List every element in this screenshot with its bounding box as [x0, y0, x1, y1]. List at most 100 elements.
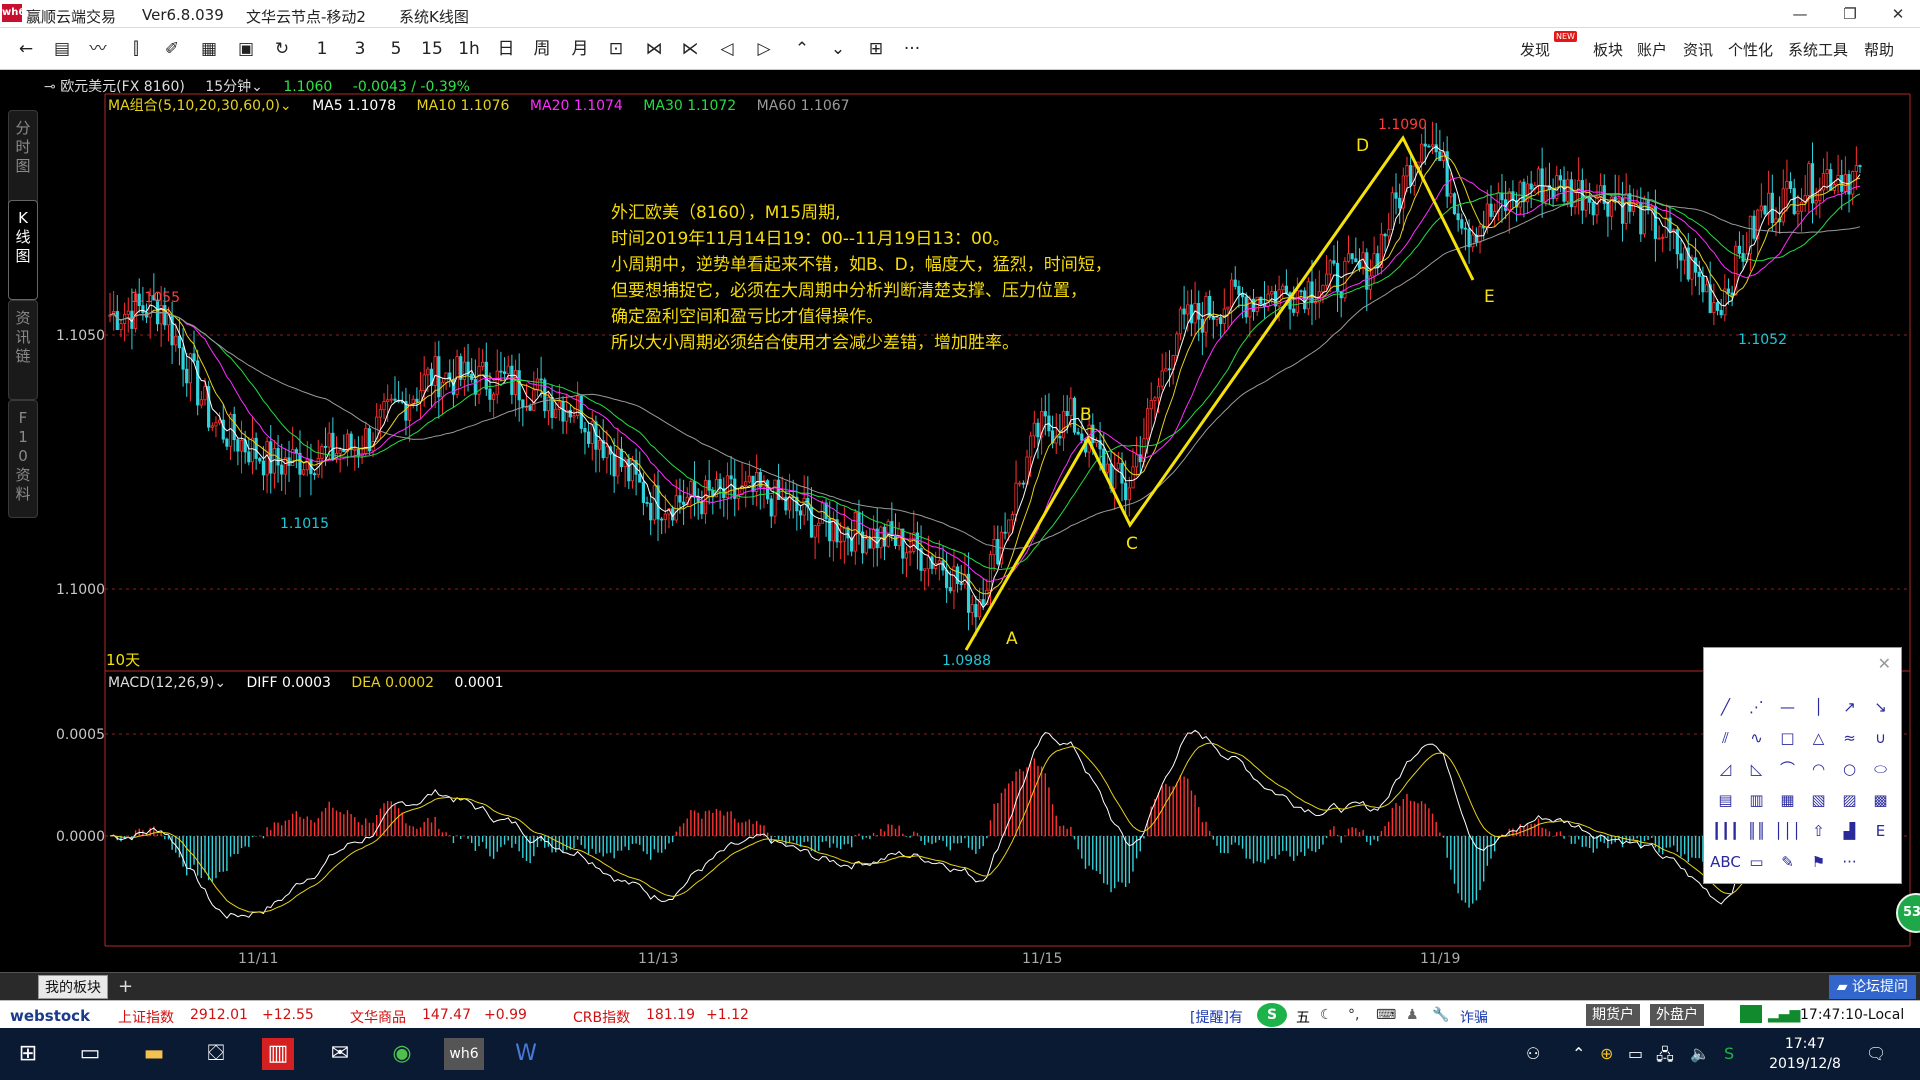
- volume-icon[interactable]: 🔈: [1690, 1044, 1710, 1063]
- chevron-down-icon[interactable]: ⌄: [214, 675, 226, 691]
- forum-ask-button[interactable]: ▰ 论坛提问: [1828, 975, 1916, 999]
- custom-period-icon[interactable]: ⊡: [604, 37, 628, 61]
- draw-tool-27-icon[interactable]: ⇧: [1803, 816, 1834, 847]
- menu-personalize[interactable]: 个性化: [1728, 39, 1773, 60]
- draw-tool-7-icon[interactable]: ∿: [1741, 723, 1772, 754]
- draw-tool-0-icon[interactable]: ╱: [1710, 692, 1741, 723]
- draw-tool-17-icon[interactable]: ⬭: [1865, 754, 1896, 785]
- menu-help[interactable]: 帮助: [1864, 39, 1894, 60]
- draw-tool-33-icon[interactable]: ⚑: [1803, 847, 1834, 878]
- instrument-name[interactable]: 欧元美元(FX 8160): [60, 79, 185, 95]
- save-icon[interactable]: ▣: [234, 37, 258, 61]
- windows-start-icon[interactable]: ⊞: [8, 1038, 48, 1070]
- draw-tool-20-icon[interactable]: ▦: [1772, 785, 1803, 816]
- close-button[interactable]: ✕: [1876, 2, 1920, 26]
- draw-tool-24-icon[interactable]: ┃┃┃: [1710, 816, 1741, 847]
- draw-tool-23-icon[interactable]: ▩: [1865, 785, 1896, 816]
- menu-sectors[interactable]: 板块: [1593, 39, 1623, 60]
- draw-tool-28-icon[interactable]: ▟: [1834, 816, 1865, 847]
- store-icon[interactable]: ⛋: [196, 1038, 236, 1070]
- macd-selector[interactable]: MACD(12,26,9): [108, 675, 214, 691]
- network-icon[interactable]: 🖧: [1656, 1044, 1674, 1071]
- draw-tool-22-icon[interactable]: ▨: [1834, 785, 1865, 816]
- menu-system-tools[interactable]: 系统工具: [1788, 39, 1848, 60]
- word-icon[interactable]: W: [506, 1038, 546, 1070]
- zoom-in-icon[interactable]: ⋈: [642, 37, 666, 61]
- browser-icon[interactable]: ◉: [382, 1038, 422, 1070]
- draw-tool-31-icon[interactable]: ▭: [1741, 847, 1772, 878]
- close-icon[interactable]: ✕: [1878, 654, 1891, 673]
- battery-icon[interactable]: ▭: [1628, 1044, 1643, 1063]
- add-tab-button[interactable]: +: [118, 975, 133, 999]
- file-explorer-icon[interactable]: ▬: [134, 1038, 174, 1070]
- prev-icon[interactable]: ◁: [715, 37, 739, 61]
- period-selector[interactable]: 15分钟: [205, 79, 251, 95]
- draw-tool-32-icon[interactable]: ✎: [1772, 847, 1803, 878]
- keyboard-icon[interactable]: ⌨: [1376, 1007, 1396, 1023]
- more-icon[interactable]: ···: [900, 37, 924, 61]
- period-5-button[interactable]: 5: [384, 37, 408, 61]
- draw-pen-icon[interactable]: ✐: [160, 37, 184, 61]
- notice-text[interactable]: [提醒]有: [1190, 1007, 1243, 1027]
- layout-icon[interactable]: ⊞: [864, 37, 888, 61]
- app-red-icon[interactable]: ▥: [262, 1038, 294, 1070]
- task-view-icon[interactable]: ▭: [70, 1038, 110, 1070]
- wrench-icon[interactable]: 🔧: [1432, 1007, 1449, 1023]
- sh-index-label[interactable]: 上证指数: [118, 1007, 174, 1027]
- draw-tool-8-icon[interactable]: □: [1772, 723, 1803, 754]
- quote-list-icon[interactable]: ▤: [50, 37, 74, 61]
- period-3-button[interactable]: 3: [348, 37, 372, 61]
- draw-tool-30-icon[interactable]: ABC: [1710, 847, 1741, 878]
- ma-selector[interactable]: MA组合(5,10,20,30,60,0): [108, 98, 280, 114]
- people-icon[interactable]: ⚇: [1526, 1044, 1540, 1063]
- draw-tool-5-icon[interactable]: ↘: [1865, 692, 1896, 723]
- notification-icon[interactable]: 🗨: [1866, 1044, 1886, 1063]
- draw-tool-18-icon[interactable]: ▤: [1710, 785, 1741, 816]
- draw-tool-2-icon[interactable]: —: [1772, 692, 1803, 723]
- draw-tool-35-icon[interactable]: [1865, 847, 1896, 878]
- period-day-button[interactable]: 日: [494, 37, 518, 61]
- chevron-down-icon[interactable]: ⌄: [280, 98, 292, 114]
- wh-index-label[interactable]: 文华商品: [350, 1007, 406, 1027]
- order-panel-icon[interactable]: ▦: [197, 37, 221, 61]
- crb-index-label[interactable]: CRB指数: [573, 1007, 630, 1027]
- period-15-button[interactable]: 15: [420, 37, 444, 61]
- ime-mode[interactable]: 五: [1296, 1007, 1310, 1027]
- draw-tool-1-icon[interactable]: ⋰: [1741, 692, 1772, 723]
- period-week-button[interactable]: 周: [530, 37, 554, 61]
- draw-tool-29-icon[interactable]: Ε: [1865, 816, 1896, 847]
- system-clock[interactable]: 17:47 2019/12/8: [1760, 1034, 1850, 1074]
- zoom-out-icon[interactable]: ⋉: [678, 37, 702, 61]
- draw-tool-14-icon[interactable]: ⌒: [1772, 754, 1803, 785]
- menu-news[interactable]: 资讯: [1683, 39, 1713, 60]
- draw-tool-15-icon[interactable]: ◠: [1803, 754, 1834, 785]
- user-icon[interactable]: ♟: [1406, 1007, 1419, 1023]
- draw-tool-12-icon[interactable]: ◿: [1710, 754, 1741, 785]
- refresh-icon[interactable]: ↻: [270, 37, 294, 61]
- menu-account[interactable]: 账户: [1637, 39, 1667, 60]
- timeshare-chart-icon[interactable]: 〰: [86, 37, 110, 61]
- kline-chart-icon[interactable]: ⫿: [124, 37, 148, 61]
- wenhua-app-icon[interactable]: wh6: [444, 1038, 484, 1070]
- futures-account-button[interactable]: 期货户: [1586, 1004, 1640, 1026]
- period-1-button[interactable]: 1: [310, 37, 334, 61]
- draw-tool-11-icon[interactable]: ∪: [1865, 723, 1896, 754]
- sogou-tray-icon[interactable]: S: [1724, 1044, 1734, 1063]
- draw-tool-34-icon[interactable]: ···: [1834, 847, 1865, 878]
- mail-icon[interactable]: ✉: [320, 1038, 360, 1070]
- back-arrow-icon[interactable]: ←: [14, 37, 38, 61]
- next-icon[interactable]: ▷: [752, 37, 776, 61]
- moon-icon[interactable]: ☾: [1320, 1007, 1333, 1023]
- period-1h-button[interactable]: 1h: [457, 37, 481, 61]
- chevron-down-icon[interactable]: ⌄: [251, 79, 263, 95]
- draw-tool-3-icon[interactable]: │: [1803, 692, 1834, 723]
- minimize-button[interactable]: —: [1778, 2, 1822, 26]
- punctuation-icon[interactable]: °,: [1348, 1007, 1359, 1023]
- draw-tool-6-icon[interactable]: ⫽: [1710, 723, 1741, 754]
- draw-tool-9-icon[interactable]: △: [1803, 723, 1834, 754]
- scroll-down-icon[interactable]: ⌄: [826, 37, 850, 61]
- menu-discover[interactable]: 发现: [1520, 39, 1550, 60]
- draw-tool-16-icon[interactable]: ○: [1834, 754, 1865, 785]
- draw-tool-13-icon[interactable]: ◺: [1741, 754, 1772, 785]
- tab-my-board[interactable]: 我的板块: [38, 975, 108, 999]
